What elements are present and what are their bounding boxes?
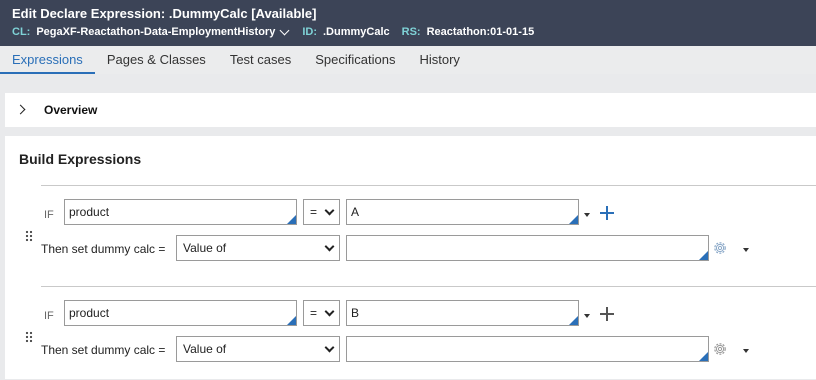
tab-bar: Expressions Pages & Classes Test cases S…	[0, 46, 816, 74]
tab-expressions[interactable]: Expressions	[0, 46, 95, 74]
gear-icon[interactable]	[712, 341, 728, 357]
chevron-right-icon[interactable]	[15, 104, 26, 115]
value-input[interactable]: B	[346, 300, 579, 326]
property-value: product	[69, 205, 110, 219]
mode-select[interactable]: Value of	[176, 336, 340, 362]
tab-test-cases[interactable]: Test cases	[218, 46, 303, 74]
value-text: B	[351, 306, 360, 320]
rule-title: Edit Declare Expression: .DummyCalc [Ava…	[12, 6, 316, 21]
ruleset-value: Reactathon:01-01-15	[426, 26, 535, 38]
id-key: ID:	[302, 26, 317, 38]
expression-input[interactable]	[346, 336, 709, 362]
value-text: A	[351, 205, 360, 219]
expression-row: IF product = A Then set dummy calc = Val…	[25, 185, 816, 279]
drag-handle-icon[interactable]	[25, 331, 33, 343]
chevron-down-icon	[324, 306, 335, 317]
gear-icon[interactable]	[712, 240, 728, 256]
status-badge: [Available]	[251, 6, 317, 21]
rule-name: .DummyCalc	[168, 6, 248, 21]
property-input[interactable]: product	[64, 199, 297, 225]
rule-type: Declare Expression:	[40, 6, 166, 21]
tab-history[interactable]: History	[407, 46, 471, 74]
chevron-down-icon[interactable]	[279, 25, 290, 35]
class-key: CL:	[12, 26, 31, 38]
ruleset-key: RS:	[401, 26, 421, 38]
autocomplete-icon	[569, 316, 578, 325]
rule-header: Edit Declare Expression: .DummyCalc [Ava…	[0, 0, 816, 46]
if-label: IF	[44, 310, 54, 322]
class-value[interactable]: PegaXF-Reactathon-Data-EmploymentHistory	[36, 26, 275, 38]
chevron-down-icon	[324, 241, 335, 252]
value-input[interactable]: A	[346, 199, 579, 225]
caret-down-icon[interactable]	[584, 213, 590, 217]
autocomplete-icon	[699, 251, 708, 260]
overview-label[interactable]: Overview	[44, 103, 97, 117]
expression-input[interactable]	[346, 235, 709, 261]
if-label: IF	[44, 209, 54, 221]
autocomplete-icon	[287, 316, 296, 325]
expression-row: IF product = B Then set dummy calc = Val…	[25, 286, 816, 380]
overview-section[interactable]: Overview	[5, 93, 816, 127]
drag-handle-icon[interactable]	[25, 230, 33, 242]
autocomplete-icon	[287, 215, 296, 224]
caret-down-icon[interactable]	[743, 349, 749, 353]
chevron-down-icon	[324, 342, 335, 353]
mode-value: Value of	[183, 342, 227, 356]
mode-value: Value of	[183, 241, 227, 255]
section-title: Build Expressions	[19, 151, 142, 167]
operator-value: =	[310, 306, 318, 320]
build-expressions-section: Build Expressions IF product = A Then se…	[5, 136, 816, 379]
then-label: Then set dummy calc =	[41, 343, 166, 357]
id-value: .DummyCalc	[323, 26, 390, 38]
autocomplete-icon	[699, 352, 708, 361]
caret-down-icon[interactable]	[743, 248, 749, 252]
operator-value: =	[310, 205, 318, 219]
edit-label: Edit	[12, 6, 37, 21]
autocomplete-icon	[569, 215, 578, 224]
caret-down-icon[interactable]	[584, 314, 590, 318]
tab-pages-classes[interactable]: Pages & Classes	[95, 46, 218, 74]
rule-meta: CL: PegaXF-Reactathon-Data-EmploymentHis…	[12, 25, 546, 38]
add-condition-icon[interactable]	[600, 307, 614, 321]
chevron-down-icon	[324, 205, 335, 216]
add-condition-icon[interactable]	[600, 206, 614, 220]
mode-select[interactable]: Value of	[176, 235, 340, 261]
tab-specifications[interactable]: Specifications	[303, 46, 407, 74]
operator-select[interactable]: =	[303, 300, 340, 326]
property-input[interactable]: product	[64, 300, 297, 326]
property-value: product	[69, 306, 110, 320]
operator-select[interactable]: =	[303, 199, 340, 225]
then-label: Then set dummy calc =	[41, 242, 166, 256]
